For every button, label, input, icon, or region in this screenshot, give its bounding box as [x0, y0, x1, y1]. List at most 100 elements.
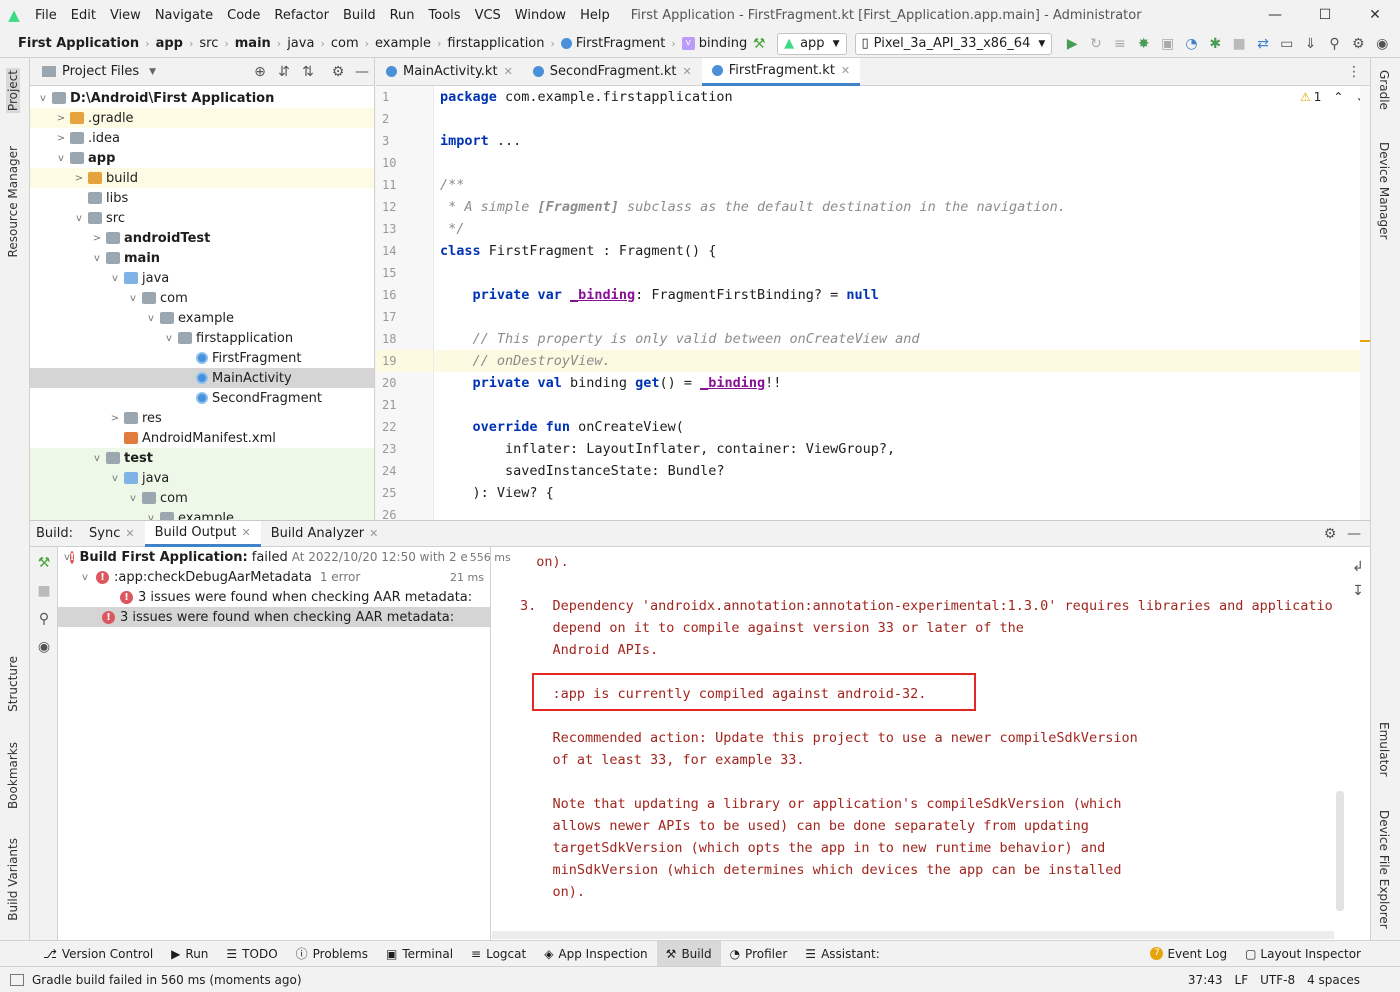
- tool-tab-terminal[interactable]: ▣ Terminal: [377, 941, 462, 967]
- tree-item[interactable]: AndroidManifest.xml: [30, 428, 374, 448]
- previous-highlight-icon[interactable]: ⌃: [1333, 90, 1343, 104]
- tool-tab-run[interactable]: ▶ Run: [162, 941, 217, 967]
- file-encoding[interactable]: UTF-8: [1260, 973, 1295, 987]
- close-icon[interactable]: ✕: [1350, 0, 1400, 30]
- sync-gradle-icon[interactable]: ⇄: [1251, 32, 1275, 56]
- tool-tab-app-inspection[interactable]: ◈ App Inspection: [535, 941, 656, 967]
- build-task-row[interactable]: v ! :app:checkDebugAarMetadata 1 error 2…: [58, 567, 490, 587]
- search-icon[interactable]: ⚲: [1323, 32, 1347, 56]
- profile-icon[interactable]: ◔: [1180, 32, 1204, 56]
- structure-tool-tab[interactable]: Structure: [6, 656, 20, 712]
- run-icon[interactable]: ▶: [1060, 32, 1084, 56]
- tree-item[interactable]: > androidTest: [30, 228, 374, 248]
- editor-scrollbar[interactable]: [1360, 86, 1370, 520]
- tree-item[interactable]: > .idea: [30, 128, 374, 148]
- chevron-down-icon[interactable]: v: [144, 313, 158, 324]
- tree-item[interactable]: v example: [30, 508, 374, 520]
- chevron-down-icon[interactable]: ▼: [149, 67, 156, 77]
- menu-view[interactable]: View: [103, 8, 148, 23]
- tree-item[interactable]: v app: [30, 148, 374, 168]
- build-output-console[interactable]: on). 3. Dependency 'androidx.annotation:a…: [492, 547, 1334, 941]
- hide-panel-icon[interactable]: —: [350, 60, 374, 84]
- chevron-right-icon[interactable]: >: [90, 233, 104, 244]
- chevron-right-icon[interactable]: >: [72, 173, 86, 184]
- stop-icon[interactable]: ■: [32, 579, 56, 603]
- locate-file-icon[interactable]: ⊕: [248, 60, 272, 84]
- build-tab[interactable]: Build Output ✕: [144, 520, 261, 547]
- resource-manager-tool-tab[interactable]: Resource Manager: [6, 146, 20, 257]
- breadcrumb-item[interactable]: src ›: [199, 36, 234, 51]
- tool-tab-version-control[interactable]: ⎇ Version Control: [34, 941, 162, 967]
- project-tool-tab[interactable]: Project: [6, 68, 20, 114]
- chevron-down-icon[interactable]: v: [90, 253, 104, 264]
- device-file-explorer-tool-tab[interactable]: Device File Explorer: [1377, 810, 1391, 929]
- event-log-tab[interactable]: 7 Event Log: [1141, 941, 1236, 967]
- layout-inspector-tab[interactable]: ▢ Layout Inspector: [1236, 941, 1370, 967]
- scroll-to-end-icon[interactable]: ↧: [1346, 579, 1370, 603]
- chevron-down-icon[interactable]: v: [162, 333, 176, 344]
- tree-item[interactable]: v firstapplication: [30, 328, 374, 348]
- collapse-all-icon[interactable]: ⇅: [296, 60, 320, 84]
- soft-wrap-icon[interactable]: ↲: [1346, 555, 1370, 579]
- breadcrumb-item[interactable]: app ›: [156, 36, 200, 51]
- attach-profiler-icon[interactable]: ✱: [1203, 32, 1227, 56]
- menu-window[interactable]: Window: [508, 8, 573, 23]
- chevron-down-icon[interactable]: v: [144, 513, 158, 521]
- chevron-right-icon[interactable]: >: [54, 113, 68, 124]
- device-select[interactable]: ▯ Pixel_3a_API_33_x86_64 ▼: [854, 32, 1053, 55]
- menu-refactor[interactable]: Refactor: [267, 8, 336, 23]
- build-hammer-icon[interactable]: ⚒: [32, 551, 56, 575]
- close-tab-icon[interactable]: ✕: [682, 65, 691, 78]
- gear-icon[interactable]: ⚙: [1318, 522, 1342, 546]
- tree-item[interactable]: v com: [30, 488, 374, 508]
- build-output-hscrollbar[interactable]: [492, 931, 1334, 939]
- inspection-widget[interactable]: ⚠ 1 ⌃ ⌄: [1300, 90, 1366, 104]
- tree-item[interactable]: v main: [30, 248, 374, 268]
- hide-panel-icon[interactable]: —: [1342, 522, 1366, 546]
- stop-icon[interactable]: ■: [1227, 32, 1251, 56]
- eye-icon[interactable]: ◉: [32, 635, 56, 659]
- editor-tab[interactable]: MainActivity.kt ✕: [376, 58, 523, 86]
- gear-icon[interactable]: ⚙: [1346, 32, 1370, 56]
- menu-navigate[interactable]: Navigate: [148, 8, 220, 23]
- tree-item[interactable]: libs: [30, 188, 374, 208]
- attach-debugger-icon[interactable]: ▣: [1156, 32, 1180, 56]
- chevron-down-icon[interactable]: v: [72, 213, 86, 224]
- tree-item[interactable]: MainActivity: [30, 368, 374, 388]
- build-issue-row[interactable]: ! 3 issues were found when checking AAR …: [58, 587, 490, 607]
- project-view-select[interactable]: Project Files: [62, 64, 139, 79]
- debug-icon[interactable]: ✸: [1132, 32, 1156, 56]
- tool-tab-problems[interactable]: ⓘ Problems: [287, 941, 377, 967]
- tree-item[interactable]: v java: [30, 468, 374, 488]
- build-tab[interactable]: Build Analyzer ✕: [261, 521, 389, 547]
- breadcrumb-item[interactable]: FirstFragment ›: [560, 36, 682, 51]
- chevron-down-icon[interactable]: v: [54, 153, 68, 164]
- emulator-tool-tab[interactable]: Emulator: [1377, 722, 1391, 777]
- editor-tab[interactable]: FirstFragment.kt ✕: [701, 58, 861, 86]
- chevron-down-icon[interactable]: v: [36, 93, 50, 104]
- maximize-icon[interactable]: ☐: [1300, 0, 1350, 30]
- device-manager-tool-tab[interactable]: Device Manager: [1377, 142, 1391, 239]
- tree-item[interactable]: > build: [30, 168, 374, 188]
- chevron-right-icon[interactable]: >: [108, 413, 122, 424]
- gradle-tool-tab[interactable]: Gradle: [1377, 70, 1391, 110]
- toggle-tool-windows-icon[interactable]: [10, 973, 24, 986]
- tree-item[interactable]: v example: [30, 308, 374, 328]
- breadcrumb-item[interactable]: First Application ›: [18, 36, 156, 51]
- chevron-down-icon[interactable]: v: [108, 473, 122, 484]
- menu-code[interactable]: Code: [220, 8, 267, 23]
- tool-tab-todo[interactable]: ☰ TODO: [217, 941, 286, 967]
- bookmarks-tool-tab[interactable]: Bookmarks: [6, 742, 20, 809]
- tree-item[interactable]: v D:\Android\First Application: [30, 88, 374, 108]
- sdk-manager-icon[interactable]: ⇓: [1299, 32, 1323, 56]
- tool-tab-logcat[interactable]: ≡ Logcat: [462, 941, 535, 967]
- device-manager-icon[interactable]: ▭: [1275, 32, 1299, 56]
- breadcrumb-item[interactable]: example ›: [375, 36, 447, 51]
- pin-icon[interactable]: ⚲: [32, 607, 56, 631]
- menu-vcs[interactable]: VCS: [468, 8, 508, 23]
- build-variants-tool-tab[interactable]: Build Variants: [6, 838, 20, 921]
- build-tab[interactable]: Sync ✕: [79, 521, 145, 547]
- breadcrumb-item[interactable]: v binding: [681, 36, 747, 51]
- menu-file[interactable]: File: [28, 8, 64, 23]
- menu-help[interactable]: Help: [573, 8, 617, 23]
